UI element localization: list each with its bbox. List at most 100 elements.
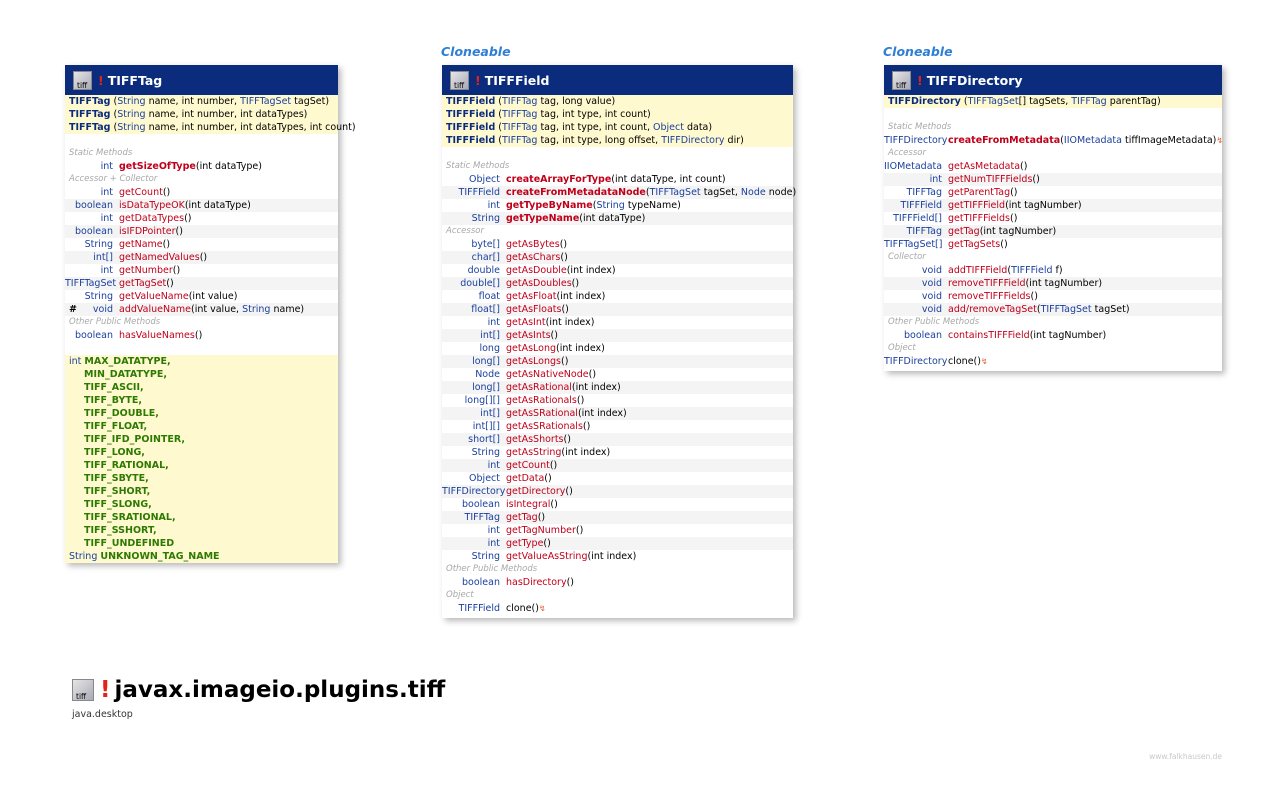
- method-name[interactable]: getValueName: [119, 290, 189, 303]
- method-name[interactable]: getAsSRationals: [506, 420, 583, 433]
- method-name[interactable]: getTIFFFields: [948, 212, 1010, 225]
- method-name[interactable]: getAsRationals: [506, 394, 577, 407]
- method-row[interactable]: int getDataTypes (): [65, 212, 338, 225]
- method-name[interactable]: getAsDouble: [506, 264, 567, 277]
- method-row[interactable]: long[] getAsRational (int index): [442, 381, 793, 394]
- method-name[interactable]: addValueName: [119, 303, 191, 316]
- method-name[interactable]: clone: [948, 355, 974, 368]
- method-row[interactable]: void removeTIFFField (int tagNumber): [884, 277, 1222, 290]
- method-name[interactable]: getData: [506, 472, 544, 485]
- method-row[interactable]: String getValueName (int value): [65, 290, 338, 303]
- method-row[interactable]: boolean isDataTypeOK (int dataType): [65, 199, 338, 212]
- method-name[interactable]: getAsInt: [506, 316, 546, 329]
- method-row[interactable]: int[][] getAsSRationals (): [442, 420, 793, 433]
- method-name[interactable]: clone: [506, 602, 532, 615]
- method-name[interactable]: removeTIFFField: [948, 277, 1026, 290]
- method-row[interactable]: double[] getAsDoubles (): [442, 277, 793, 290]
- method-row[interactable]: int[] getAsInts (): [442, 329, 793, 342]
- method-name[interactable]: getAsFloat: [506, 290, 557, 303]
- method-name[interactable]: getTypeByName: [506, 199, 593, 212]
- method-row[interactable]: int getType (): [442, 537, 793, 550]
- method-row[interactable]: String getAsString (int index): [442, 446, 793, 459]
- method-name[interactable]: getAsShorts: [506, 433, 564, 446]
- method-row[interactable]: TIFFDirectory getDirectory (): [442, 485, 793, 498]
- method-row[interactable]: boolean isIntegral (): [442, 498, 793, 511]
- method-name[interactable]: getDataTypes: [119, 212, 184, 225]
- method-name[interactable]: getTag: [948, 225, 980, 238]
- method-row[interactable]: long[] getAsLongs (): [442, 355, 793, 368]
- method-name[interactable]: getAsDoubles: [506, 277, 572, 290]
- method-row[interactable]: char[] getAsChars (): [442, 251, 793, 264]
- method-row[interactable]: int getCount (): [442, 459, 793, 472]
- method-name[interactable]: getParentTag: [948, 186, 1010, 199]
- method-row[interactable]: Object getData (): [442, 472, 793, 485]
- method-name[interactable]: getType: [506, 537, 543, 550]
- method-row[interactable]: boolean containsTIFFField (int tagNumber): [884, 329, 1222, 342]
- method-name[interactable]: getAsInts: [506, 329, 551, 342]
- method-row[interactable]: boolean hasValueNames (): [65, 329, 338, 342]
- method-name[interactable]: getNumTIFFFields: [948, 173, 1032, 186]
- method-row[interactable]: boolean isIFDPointer (): [65, 225, 338, 238]
- method-row[interactable]: Node getAsNativeNode (): [442, 368, 793, 381]
- method-row[interactable]: TIFFDirectory createFromMetadata (IIOMeta…: [884, 134, 1223, 147]
- method-row[interactable]: TIFFTagSet getTagSet (): [65, 277, 338, 290]
- method-row[interactable]: TIFFTag getTag (int tagNumber): [884, 225, 1222, 238]
- method-row[interactable]: int getSizeOfType (int dataType): [65, 160, 338, 173]
- method-row[interactable]: TIFFDirectory clone () ↯: [884, 355, 1222, 368]
- method-name[interactable]: getName: [119, 238, 163, 251]
- credit-link[interactable]: www.falkhausen.de: [1149, 752, 1222, 761]
- method-name[interactable]: createFromMetadata: [948, 134, 1060, 147]
- method-name[interactable]: getSizeOfType: [119, 160, 196, 173]
- method-name[interactable]: getTIFFField: [948, 199, 1005, 212]
- method-row[interactable]: int[] getNamedValues (): [65, 251, 338, 264]
- method-row[interactable]: boolean hasDirectory (): [442, 576, 793, 589]
- method-row[interactable]: TIFFField createFromMetadataNode (TIFFTag…: [442, 186, 796, 199]
- method-row[interactable]: TIFFTag getParentTag (): [884, 186, 1222, 199]
- method-row[interactable]: TIFFField[] getTIFFFields (): [884, 212, 1222, 225]
- method-name[interactable]: getAsNativeNode: [506, 368, 589, 381]
- method-name[interactable]: hasValueNames: [119, 329, 195, 342]
- method-name[interactable]: createFromMetadataNode: [506, 186, 646, 199]
- method-name[interactable]: getAsSRational: [506, 407, 578, 420]
- method-name[interactable]: getTag: [506, 511, 538, 524]
- method-row[interactable]: long[][] getAsRationals (): [442, 394, 793, 407]
- method-name[interactable]: isIFDPointer: [119, 225, 176, 238]
- method-name[interactable]: getAsMetadata: [948, 160, 1020, 173]
- method-name[interactable]: getTypeName: [506, 212, 579, 225]
- method-name[interactable]: getAsLongs: [506, 355, 561, 368]
- method-row[interactable]: TIFFTag getTag (): [442, 511, 793, 524]
- method-name[interactable]: getAsLong: [506, 342, 556, 355]
- method-row[interactable]: int getNumber (): [65, 264, 338, 277]
- method-row[interactable]: void removeTIFFFields (): [884, 290, 1222, 303]
- method-name[interactable]: addTIFFField: [948, 264, 1007, 277]
- method-name[interactable]: getTagSet: [119, 277, 166, 290]
- method-row[interactable]: Object createArrayForType (int dataType, …: [442, 173, 793, 186]
- method-name[interactable]: getTagSets: [948, 238, 1000, 251]
- method-name[interactable]: isIntegral: [506, 498, 550, 511]
- method-row[interactable]: String getValueAsString (int index): [442, 550, 793, 563]
- method-row[interactable]: float getAsFloat (int index): [442, 290, 793, 303]
- method-row[interactable]: short[] getAsShorts (): [442, 433, 793, 446]
- method-row[interactable]: TIFFField clone () ↯: [442, 602, 793, 615]
- method-name[interactable]: getAsFloats: [506, 303, 561, 316]
- method-row[interactable]: int getAsInt (int index): [442, 316, 793, 329]
- method-row[interactable]: int[] getAsSRational (int index): [442, 407, 793, 420]
- method-name[interactable]: createArrayForType: [506, 173, 611, 186]
- method-row[interactable]: float[] getAsFloats (): [442, 303, 793, 316]
- method-row[interactable]: IIOMetadata getAsMetadata (): [884, 160, 1222, 173]
- method-name[interactable]: add/removeTagSet: [948, 303, 1037, 316]
- method-row[interactable]: byte[] getAsBytes (): [442, 238, 793, 251]
- method-row[interactable]: TIFFTagSet[] getTagSets (): [884, 238, 1222, 251]
- method-row[interactable]: TIFFField getTIFFField (int tagNumber): [884, 199, 1222, 212]
- method-name[interactable]: isDataTypeOK: [119, 199, 185, 212]
- method-name[interactable]: getValueAsString: [506, 550, 588, 563]
- method-name[interactable]: getNumber: [119, 264, 173, 277]
- method-row[interactable]: long getAsLong (int index): [442, 342, 793, 355]
- method-name[interactable]: getCount: [119, 186, 163, 199]
- method-name[interactable]: getAsChars: [506, 251, 560, 264]
- method-row[interactable]: void add/removeTagSet (TIFFTagSet tagSet): [884, 303, 1222, 316]
- method-row[interactable]: int getNumTIFFFields (): [884, 173, 1222, 186]
- method-name[interactable]: getTagNumber: [506, 524, 576, 537]
- method-row[interactable]: String getTypeName (int dataType): [442, 212, 793, 225]
- method-name[interactable]: getCount: [506, 459, 550, 472]
